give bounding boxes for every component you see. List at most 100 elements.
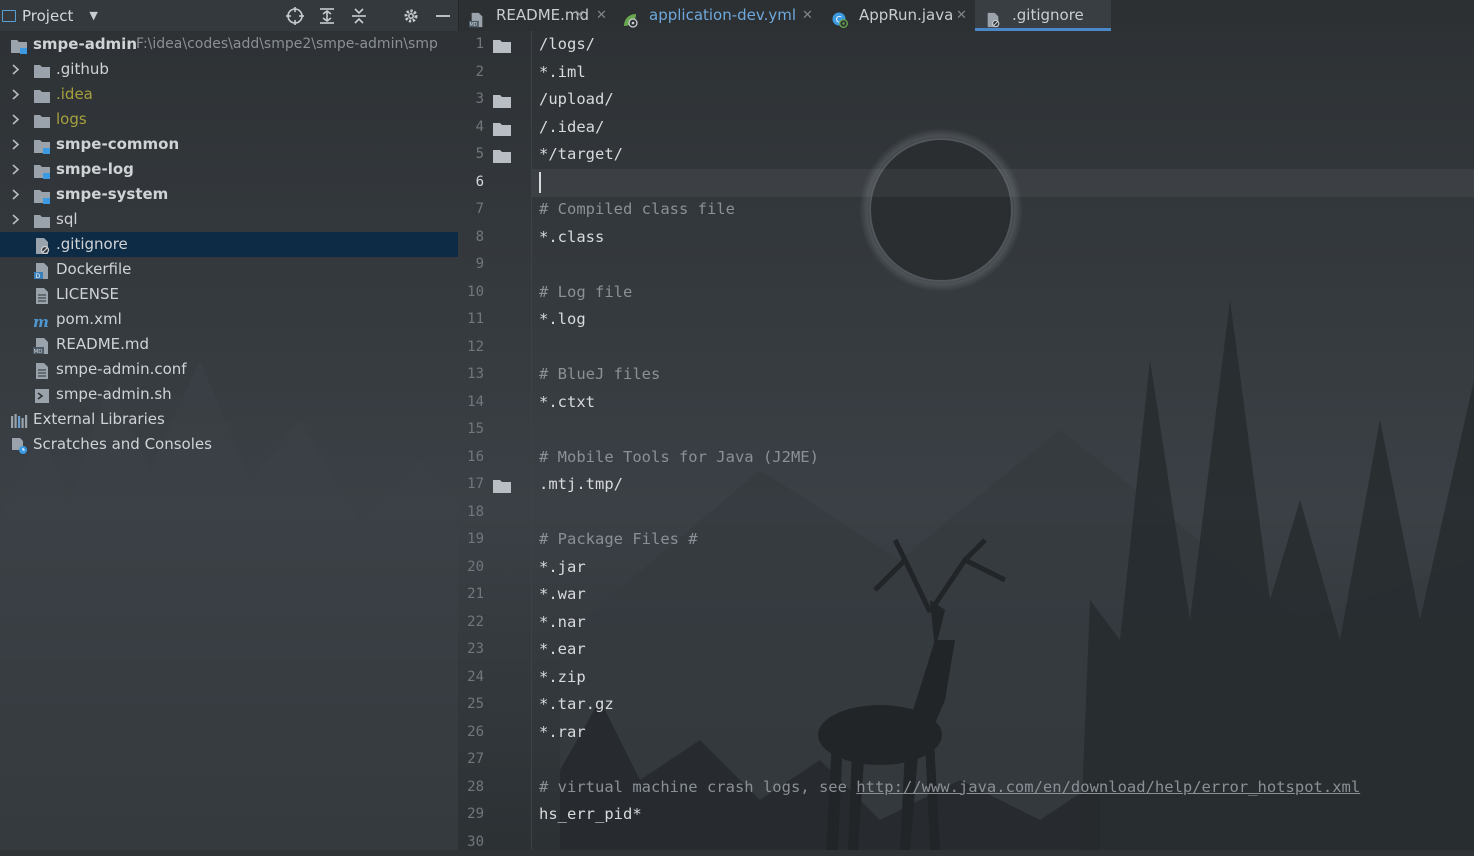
code-line[interactable]: *.nar: [539, 609, 586, 637]
tab-label: application-dev.yml: [649, 0, 796, 31]
code-line[interactable]: /.idea/: [539, 114, 604, 142]
line-number: 15: [458, 416, 484, 444]
folder-icon: [492, 38, 512, 52]
chevron-right-icon[interactable]: [10, 207, 22, 232]
line-text: *.ear: [539, 640, 586, 658]
tree-item-smpe-system[interactable]: smpe-system: [0, 182, 458, 207]
project-title[interactable]: Project: [22, 7, 73, 25]
chevron-right-icon[interactable]: [10, 157, 22, 182]
code-line[interactable]: *.jar: [539, 554, 586, 582]
comment-line[interactable]: # Log file: [539, 279, 632, 307]
tree-item-readme-md[interactable]: MDREADME.md: [0, 332, 458, 357]
line-text: *.jar: [539, 558, 586, 576]
chevron-right-icon[interactable]: [10, 57, 22, 82]
tree-item-smpe-common[interactable]: smpe-common: [0, 132, 458, 157]
comment-line[interactable]: # Package Files #: [539, 526, 698, 554]
line-text: /.idea/: [539, 118, 604, 136]
url-link[interactable]: http://www.java.com/en/download/help/err…: [856, 778, 1360, 796]
line-number: 19: [458, 526, 484, 554]
line-text: *.iml: [539, 63, 586, 81]
code-line[interactable]: *.tar.gz: [539, 691, 614, 719]
module-folder-icon: [33, 137, 51, 153]
tree-item-label: logs: [56, 107, 87, 132]
scratches-icon: [10, 437, 28, 453]
expand-all-icon[interactable]: [318, 7, 336, 25]
minimize-icon[interactable]: [434, 7, 452, 25]
line-text: # Compiled class file: [539, 200, 735, 218]
tree-item-label: LICENSE: [56, 282, 119, 307]
line-text: # BlueJ files: [539, 365, 660, 383]
code-line[interactable]: *.iml: [539, 59, 586, 87]
tree-item-smpe-admin-sh[interactable]: smpe-admin.sh: [0, 382, 458, 407]
tree-item-github[interactable]: .github: [0, 57, 458, 82]
line-number: 26: [458, 719, 484, 747]
tree-item-smpe-admin[interactable]: smpe-adminF:\idea\codes\add\smpe2\smpe-a…: [0, 32, 458, 57]
code-line[interactable]: *.class: [539, 224, 604, 252]
tab-apprun-java[interactable]: CAppRun.java✕: [822, 0, 975, 31]
chevron-right-icon[interactable]: [10, 82, 22, 107]
code-line[interactable]: /logs/: [539, 31, 595, 59]
tab-readme-md[interactable]: MDREADME.md✕: [459, 0, 612, 31]
tree-item-sql[interactable]: sql: [0, 207, 458, 232]
gear-icon[interactable]: [402, 7, 420, 25]
close-icon[interactable]: ✕: [574, 0, 585, 31]
line-number: 7: [458, 196, 484, 224]
code-line[interactable]: *.war: [539, 581, 586, 609]
code-line[interactable]: hs_err_pid*: [539, 801, 642, 829]
code-line[interactable]: *.rar: [539, 719, 586, 747]
line-number-gutter: 1234567891011121314151617181920212223242…: [458, 31, 532, 850]
tree-item-idea[interactable]: .idea: [0, 82, 458, 107]
line-number: 14: [458, 389, 484, 417]
chevron-right-icon[interactable]: [10, 107, 22, 132]
code-line[interactable]: .mtj.tmp/: [539, 471, 623, 499]
line-number: 27: [458, 746, 484, 774]
tree-item-label: .github: [56, 57, 109, 82]
locate-file-icon[interactable]: [286, 7, 304, 25]
project-tree: smpe-adminF:\idea\codes\add\smpe2\smpe-a…: [0, 32, 458, 457]
tree-item-pom-xml[interactable]: mpom.xml: [0, 307, 458, 332]
code-line[interactable]: /upload/: [539, 86, 614, 114]
chevron-right-icon[interactable]: [10, 132, 22, 157]
code-line[interactable]: */target/: [539, 141, 623, 169]
close-icon[interactable]: ✕: [956, 0, 967, 31]
line-text: # Mobile Tools for Java (J2ME): [539, 448, 819, 466]
chevron-right-icon[interactable]: [10, 182, 22, 207]
tree-item-external-libraries[interactable]: External Libraries: [0, 407, 458, 432]
code-line[interactable]: *.ctxt: [539, 389, 595, 417]
line-text: /logs/: [539, 35, 595, 53]
tree-item-scratches-and-consoles[interactable]: Scratches and Consoles: [0, 432, 458, 457]
tab-gitignore[interactable]: .gitignore✕: [975, 0, 1111, 31]
comment-line[interactable]: # Compiled class file: [539, 196, 735, 224]
code-line[interactable]: *.ear: [539, 636, 586, 664]
tree-item-logs[interactable]: logs: [0, 107, 458, 132]
code-line[interactable]: *.log: [539, 306, 586, 334]
comment-line[interactable]: # Mobile Tools for Java (J2ME): [539, 444, 819, 472]
line-number: 16: [458, 444, 484, 472]
close-icon[interactable]: ✕: [802, 0, 813, 31]
tree-item-gitignore[interactable]: .gitignore: [0, 232, 458, 257]
svg-text:MD: MD: [34, 349, 43, 354]
module-folder-icon: [10, 37, 28, 53]
comment-line[interactable]: # virtual machine crash logs, see http:/…: [539, 774, 1360, 802]
close-icon[interactable]: ✕: [596, 0, 607, 31]
line-number: 9: [458, 251, 484, 279]
line-text: *.nar: [539, 613, 586, 631]
code-line[interactable]: *.zip: [539, 664, 586, 692]
tree-item-smpe-log[interactable]: smpe-log: [0, 157, 458, 182]
line-text: # virtual machine crash logs, see: [539, 778, 856, 796]
tree-item-dockerfile[interactable]: DDockerfile: [0, 257, 458, 282]
folder-icon: [492, 121, 512, 135]
tree-item-label: smpe-admin: [33, 32, 137, 57]
gitignore-file-icon: [33, 237, 51, 253]
tree-item-smpe-admin-conf[interactable]: smpe-admin.conf: [0, 357, 458, 382]
chevron-down-icon[interactable]: ▼: [89, 9, 97, 22]
line-text: # Log file: [539, 283, 632, 301]
collapse-all-icon[interactable]: [350, 7, 368, 25]
tab-application-dev-yml[interactable]: application-dev.yml✕: [612, 0, 822, 31]
tree-item-label: External Libraries: [33, 407, 165, 432]
tree-item-label: sql: [56, 207, 78, 232]
comment-line[interactable]: # BlueJ files: [539, 361, 660, 389]
tree-item-license[interactable]: LICENSE: [0, 282, 458, 307]
folder-icon: [33, 87, 51, 103]
line-text: *.war: [539, 585, 586, 603]
